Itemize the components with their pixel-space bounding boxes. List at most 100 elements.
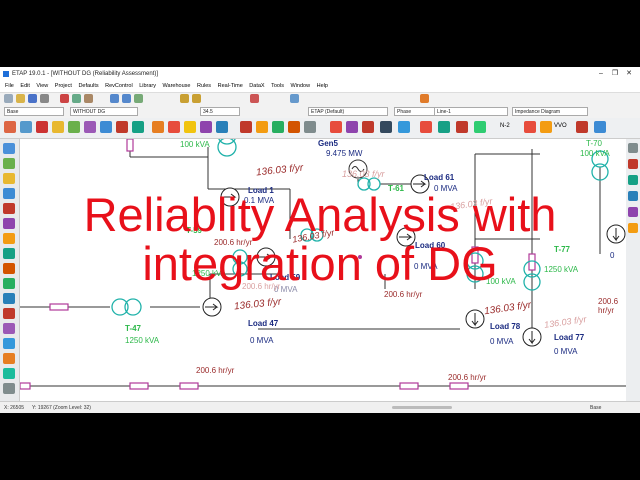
repair-time-center: 200.6 hr/yr bbox=[384, 290, 423, 299]
panel-icon[interactable] bbox=[216, 121, 228, 133]
load78-label: Load 78 bbox=[490, 322, 521, 331]
load77-label: Load 77 bbox=[554, 333, 585, 342]
transformer-top-rating: 100 kVA bbox=[180, 140, 210, 149]
scheduler-icon[interactable] bbox=[380, 121, 392, 133]
repair-time-bottom-left: 200.6 hr/yr bbox=[196, 366, 235, 375]
undo-icon[interactable] bbox=[180, 94, 189, 103]
inverter-tool-icon[interactable] bbox=[3, 353, 15, 364]
protection-icon[interactable] bbox=[84, 121, 96, 133]
menu-defaults[interactable]: Defaults bbox=[78, 81, 98, 92]
n2-contingency-button[interactable]: N-2 bbox=[500, 123, 510, 129]
report-manager-icon[interactable] bbox=[628, 175, 638, 185]
alert-icon[interactable] bbox=[256, 121, 268, 133]
repair-time-right: 200.6 hr/yr bbox=[598, 297, 619, 315]
switch-tool-icon[interactable] bbox=[3, 323, 15, 334]
menu-view[interactable]: View bbox=[36, 81, 48, 92]
open-icon[interactable] bbox=[16, 94, 25, 103]
etap-logo-icon bbox=[3, 71, 9, 77]
menu-file[interactable]: File bbox=[5, 81, 14, 92]
short-circuit-icon[interactable] bbox=[20, 121, 32, 133]
analysis-toolbar: N-2 VVO bbox=[0, 118, 640, 139]
harmonic-icon[interactable] bbox=[52, 121, 64, 133]
standard-toolbar bbox=[0, 92, 640, 106]
time-domain-icon[interactable] bbox=[540, 121, 552, 133]
copy-icon[interactable] bbox=[72, 94, 81, 103]
pointer-icon[interactable] bbox=[3, 143, 15, 154]
display-options-icon[interactable] bbox=[628, 143, 638, 153]
transformer-icon[interactable] bbox=[3, 173, 15, 184]
close-button[interactable]: ✕ bbox=[622, 67, 636, 81]
zoom-slider[interactable] bbox=[392, 406, 452, 409]
menu-warehouse[interactable]: Warehouse bbox=[163, 81, 191, 92]
zoom-in-icon[interactable] bbox=[110, 94, 119, 103]
print-icon[interactable] bbox=[40, 94, 49, 103]
new-icon[interactable] bbox=[4, 94, 13, 103]
motor-icon[interactable] bbox=[346, 121, 358, 133]
ground-grid-icon[interactable] bbox=[184, 121, 196, 133]
alert-view-icon[interactable] bbox=[628, 159, 638, 169]
menu-edit[interactable]: Edit bbox=[20, 81, 29, 92]
window-controls: – ❐ ✕ bbox=[594, 67, 636, 81]
status-bar: X: 26505 Y: 19267 (Zoom Level: 32) Base bbox=[0, 401, 640, 413]
menu-real-time[interactable]: Real-Time bbox=[218, 81, 243, 92]
grounding-tool-icon[interactable] bbox=[3, 338, 15, 349]
load78-mva: 0 MVA bbox=[490, 337, 514, 346]
menu-revcontrol[interactable]: RevControl bbox=[105, 81, 133, 92]
toolbar-icon[interactable] bbox=[420, 94, 429, 103]
dc-load-flow-icon[interactable] bbox=[152, 121, 164, 133]
t70-rating: 100 kVA bbox=[580, 149, 610, 158]
ecc-icon[interactable] bbox=[594, 121, 606, 133]
sequence-icon[interactable] bbox=[524, 121, 536, 133]
load-flow-icon[interactable] bbox=[4, 121, 16, 133]
repair-time-bottom-right: 200.6 hr/yr bbox=[448, 373, 487, 382]
menu-project[interactable]: Project bbox=[55, 81, 72, 92]
menu-datax[interactable]: DataX bbox=[249, 81, 264, 92]
menu-library[interactable]: Library bbox=[139, 81, 156, 92]
reliability-icon[interactable] bbox=[116, 121, 128, 133]
lightning-icon[interactable] bbox=[330, 121, 342, 133]
menu-rules[interactable]: Rules bbox=[197, 81, 211, 92]
pathway-icon[interactable] bbox=[438, 121, 450, 133]
motor-start-icon[interactable] bbox=[36, 121, 48, 133]
overlay-title-line2: integration of DG bbox=[142, 237, 498, 290]
contingency-icon[interactable] bbox=[272, 121, 284, 133]
flow-icon[interactable] bbox=[456, 121, 468, 133]
tools-icon[interactable] bbox=[576, 121, 588, 133]
maximize-button[interactable]: ❐ bbox=[608, 67, 622, 81]
menu-window[interactable]: Window bbox=[291, 81, 311, 92]
zoom-fit-icon[interactable] bbox=[134, 94, 143, 103]
save-icon[interactable] bbox=[28, 94, 37, 103]
more-tools-icon[interactable] bbox=[3, 383, 15, 394]
overlay-title-line1: Reliablity Analysis with bbox=[83, 188, 557, 241]
optimal-power-flow-icon[interactable] bbox=[132, 121, 144, 133]
cable-icon[interactable] bbox=[200, 121, 212, 133]
magnet-icon[interactable] bbox=[362, 121, 374, 133]
meter-tool-icon[interactable] bbox=[3, 293, 15, 304]
transient-icon[interactable] bbox=[68, 121, 80, 133]
help-icon[interactable] bbox=[250, 94, 259, 103]
combo-row-2 bbox=[0, 105, 640, 118]
bus-icon[interactable] bbox=[3, 158, 15, 169]
redo-icon[interactable] bbox=[192, 94, 201, 103]
branch-icon[interactable] bbox=[474, 121, 486, 133]
theme-icon[interactable] bbox=[290, 94, 299, 103]
zoom-out-icon[interactable] bbox=[122, 94, 131, 103]
minimize-button[interactable]: – bbox=[594, 67, 608, 81]
battery-icon[interactable] bbox=[168, 121, 180, 133]
window-title: ETAP 19.0.1 - [WITHOUT DG (Reliability A… bbox=[12, 71, 159, 77]
select-icon[interactable] bbox=[398, 121, 410, 133]
fuse-tool-icon[interactable] bbox=[3, 308, 15, 319]
reliability-run-icon[interactable] bbox=[288, 121, 300, 133]
pv-tool-icon[interactable] bbox=[3, 368, 15, 379]
title-bar: ETAP 19.0.1 - [WITHOUT DG (Reliability A… bbox=[0, 67, 640, 81]
paste-icon[interactable] bbox=[84, 94, 93, 103]
reliability-report-icon[interactable] bbox=[304, 121, 316, 133]
cut-icon[interactable] bbox=[60, 94, 69, 103]
t47-label: T-47 bbox=[125, 324, 142, 333]
menu-help[interactable]: Help bbox=[317, 81, 328, 92]
warning-icon[interactable] bbox=[240, 121, 252, 133]
vvo-button[interactable]: VVO bbox=[554, 123, 567, 129]
switching-icon[interactable] bbox=[420, 121, 432, 133]
menu-tools[interactable]: Tools bbox=[271, 81, 284, 92]
arc-flash-icon[interactable] bbox=[100, 121, 112, 133]
